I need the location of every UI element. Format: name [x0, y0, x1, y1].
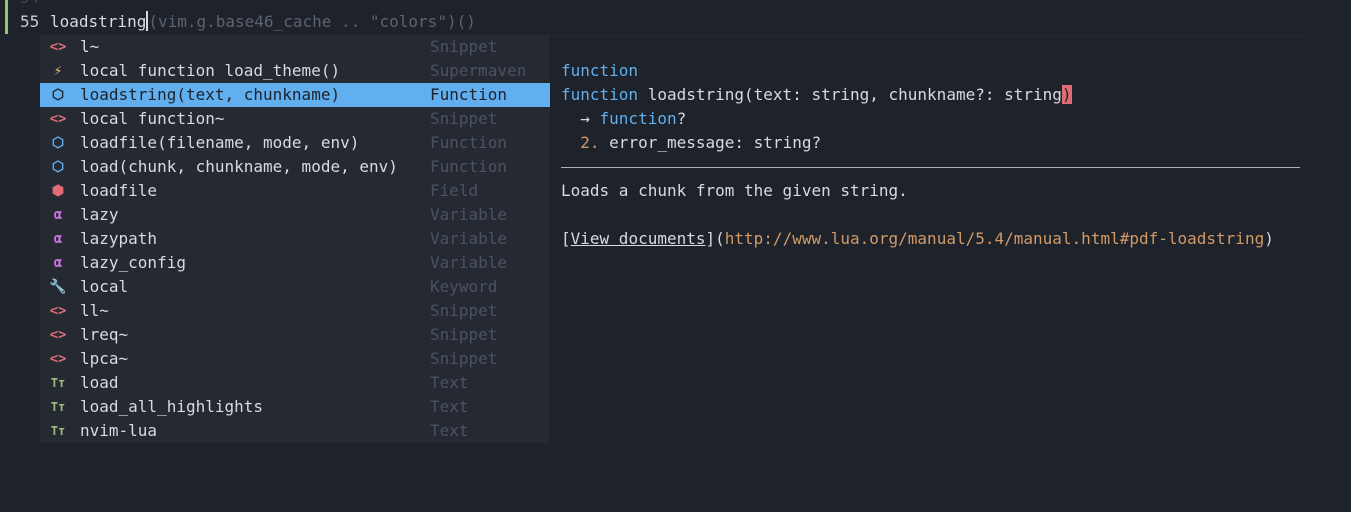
return-type-1-suffix: ?	[676, 109, 687, 128]
link-bracket-open: [	[561, 229, 571, 248]
snippet-icon: <>	[49, 303, 67, 319]
completion-item-kind: Text	[430, 373, 469, 392]
completion-item[interactable]: α lazy Variable	[40, 203, 550, 227]
completion-item-label: local	[80, 277, 129, 296]
completion-item-label: local function load_theme()	[80, 61, 341, 80]
return-arrow: →	[561, 109, 600, 128]
completion-item-label: loadstring(text, chunkname)	[80, 85, 341, 104]
completion-item-label: ll~	[80, 301, 109, 320]
return-type-2: error_message: string?	[609, 133, 822, 152]
completion-item[interactable]: Tт load_all_highlights Text	[40, 395, 550, 419]
doc-description: Loads a chunk from the given string.	[561, 181, 908, 200]
completion-item[interactable]: α lazypath Variable	[40, 227, 550, 251]
completion-item-label: load_all_highlights	[80, 397, 264, 416]
doc-link-line: [View documents](http://www.lua.org/manu…	[561, 227, 1274, 251]
completion-item-kind: Snippet	[430, 349, 498, 368]
editor[interactable]: 54 55 loadstring(vim.g.base46_cache .. "c…	[0, 0, 1351, 512]
completion-item-label: loadfile(filename, mode, env)	[80, 133, 360, 152]
doc-return-2: 2. error_message: string?	[561, 131, 821, 155]
completion-item-kind: Text	[430, 421, 469, 440]
completion-item[interactable]: <> ll~ Snippet	[40, 299, 550, 323]
doc-return-1: → function?	[561, 107, 686, 131]
completion-item-kind: Snippet	[430, 109, 498, 128]
doc-separator	[561, 167, 1300, 168]
view-documents-link[interactable]: View documents	[571, 229, 706, 248]
completion-item-kind: Variable	[430, 253, 508, 272]
completion-item-kind: Function	[430, 85, 508, 104]
variable-icon: α	[53, 255, 63, 271]
completion-item[interactable]: ⚡ local function load_theme() Supermaven	[40, 59, 550, 83]
completion-item-label: lreq~	[80, 325, 129, 344]
keyword-icon: 🔧	[49, 279, 67, 295]
completion-item-kind: Snippet	[430, 325, 498, 344]
text-icon: Tт	[50, 424, 66, 438]
prev-line-number: 54	[20, 0, 39, 7]
previous-line: 54	[20, 0, 39, 10]
completion-item-label: load(chunk, chunkname, mode, env)	[80, 157, 398, 176]
completion-item-label: lazypath	[80, 229, 158, 248]
ghost-suggestion: (vim.g.base46_cache .. "colors")()	[148, 12, 476, 31]
signature-body: loadstring(text: string, chunkname?: str…	[638, 85, 1062, 104]
completion-item-label: l~	[80, 37, 100, 56]
completion-item[interactable]: Tт load Text	[40, 371, 550, 395]
function-icon: ⬡	[51, 87, 65, 103]
snippet-icon: <>	[49, 39, 67, 55]
completion-item-label: lazy	[80, 205, 119, 224]
signature-keyword: function	[561, 85, 639, 104]
documentation-url[interactable]: http://www.lua.org/manual/5.4/manual.htm…	[725, 229, 1264, 248]
completion-item[interactable]: ⬡ loadstring(text, chunkname) Function	[40, 83, 550, 107]
completion-item-label: local function~	[80, 109, 225, 128]
completion-item[interactable]: α lazy_config Variable	[40, 251, 550, 275]
doc-signature: function loadstring(text: string, chunkn…	[561, 83, 1072, 107]
completion-item[interactable]: <> lpca~ Snippet	[40, 347, 550, 371]
completion-item-kind: Keyword	[430, 277, 498, 296]
completion-item[interactable]: ⬡ loadfile(filename, mode, env) Function	[40, 131, 550, 155]
text-icon: Tт	[50, 376, 66, 390]
typed-text: loadstring	[50, 12, 147, 31]
completion-item[interactable]: <> local function~ Snippet	[40, 107, 550, 131]
doc-header: function	[561, 61, 639, 80]
completion-item-label: load	[80, 373, 119, 392]
snippet-icon: <>	[49, 327, 67, 343]
completion-item[interactable]: ⬡ load(chunk, chunkname, mode, env) Functi…	[40, 155, 550, 179]
text-icon: Tт	[50, 400, 66, 414]
return-number-2: 2.	[561, 133, 610, 152]
return-type-1: function	[599, 109, 677, 128]
completion-item-kind: Field	[430, 181, 479, 200]
completion-item-label: nvim-lua	[80, 421, 158, 440]
snippet-icon: <>	[49, 111, 67, 127]
function-icon: ⬡	[51, 135, 65, 151]
documentation-panel: function function loadstring(text: strin…	[550, 35, 1308, 274]
current-line[interactable]: 55 loadstring (vim.g.base46_cache .. "colo…	[20, 10, 476, 34]
completion-menu[interactable]: <> l~ Snippet ⚡ local function load_theme() S…	[40, 35, 550, 443]
completion-item-label: loadfile	[80, 181, 158, 200]
completion-item-kind: Snippet	[430, 37, 498, 56]
completion-item[interactable]: <> lreq~ Snippet	[40, 323, 550, 347]
function-icon: ⬡	[51, 159, 65, 175]
completion-item-kind: Function	[430, 157, 508, 176]
line-number: 55	[20, 12, 40, 31]
completion-item[interactable]: <> l~ Snippet	[40, 35, 550, 59]
snippet-icon: <>	[49, 351, 67, 367]
signature-close-paren: )	[1061, 85, 1072, 104]
field-icon: ⬢	[51, 183, 65, 199]
completion-item-kind: Snippet	[430, 301, 498, 320]
link-paren-close: )	[1264, 229, 1274, 248]
variable-icon: α	[53, 207, 63, 223]
completion-item-kind: Function	[430, 133, 508, 152]
completion-item-kind: Text	[430, 397, 469, 416]
completion-item[interactable]: 🔧 local Keyword	[40, 275, 550, 299]
completion-item-kind: Variable	[430, 205, 508, 224]
completion-item-kind: Supermaven	[430, 61, 527, 80]
variable-icon: α	[53, 231, 63, 247]
completion-item-kind: Variable	[430, 229, 508, 248]
link-bracket-close: ](	[705, 229, 725, 248]
completion-item[interactable]: ⬢ loadfile Field	[40, 179, 550, 203]
supermaven-icon: ⚡	[53, 63, 63, 79]
completion-item-label: lpca~	[80, 349, 129, 368]
completion-item-label: lazy_config	[80, 253, 186, 272]
git-sign-bar	[5, 0, 8, 34]
completion-item[interactable]: Tт nvim-lua Text	[40, 419, 550, 443]
